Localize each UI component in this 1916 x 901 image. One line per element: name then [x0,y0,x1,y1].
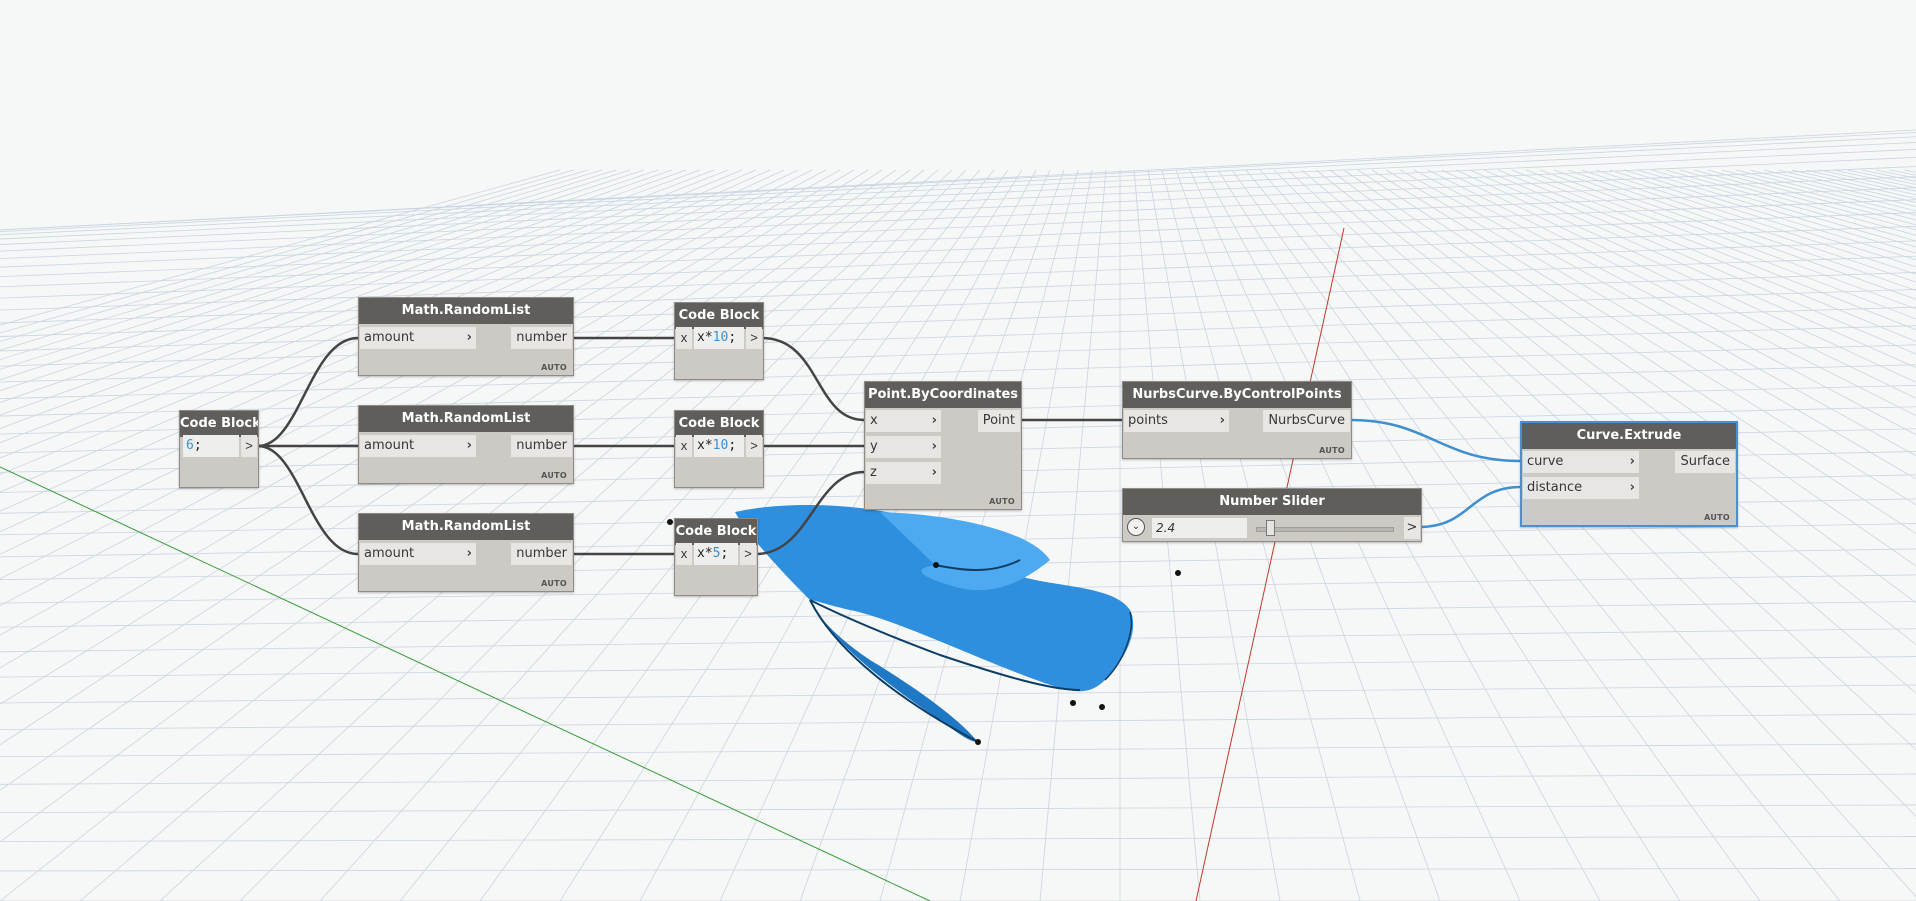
code-input[interactable]: x*5; [694,543,738,565]
output-port[interactable]: > [241,435,257,457]
run-mode-label: AUTO [541,579,567,588]
point-by-coordinates-node[interactable]: Point.ByCoordinates x › y › z › Point AUTO [864,381,1022,510]
input-port-x[interactable]: x [676,327,692,349]
node-title[interactable]: Math.RandomList [359,514,573,540]
code-input[interactable]: 6; [183,435,239,457]
input-port-amount[interactable]: amount › [360,327,476,349]
code-block-node-count[interactable]: Code Block 6; > [179,410,259,488]
slider-thumb[interactable] [1265,520,1275,536]
output-port-nurbscurve[interactable]: NurbsCurve [1263,410,1350,432]
node-title[interactable]: Curve.Extrude [1522,423,1736,449]
run-mode-label: AUTO [541,471,567,480]
random-list-node-1[interactable]: Math.RandomList amount › number AUTO [358,297,574,376]
input-port-points[interactable]: points › [1124,410,1229,432]
input-port-distance[interactable]: distance › [1523,477,1639,499]
chevron-right-icon: › [931,465,937,480]
curve-extrude-node[interactable]: Curve.Extrude curve › distance › Surface A… [1520,421,1738,527]
input-port-z[interactable]: z › [866,462,941,484]
input-port-x[interactable]: x [676,543,692,565]
node-title[interactable]: NurbsCurve.ByControlPoints [1123,382,1351,408]
output-port[interactable]: > [740,543,756,565]
run-mode-label: AUTO [541,363,567,372]
expand-chevron-icon[interactable]: ⌄ [1127,518,1145,536]
chevron-right-icon: › [1629,480,1635,495]
node-title[interactable]: Code Block [675,411,763,437]
surface-geometry [735,504,1134,743]
node-title[interactable]: Number Slider [1123,489,1421,515]
output-port-number[interactable]: number [511,543,572,565]
chevron-right-icon: › [466,438,472,453]
code-block-node-x5[interactable]: Code Block x x*5; > [674,518,758,596]
random-list-node-2[interactable]: Math.RandomList amount › number AUTO [358,405,574,484]
random-list-node-3[interactable]: Math.RandomList amount › number AUTO [358,513,574,592]
node-title[interactable]: Code Block [180,411,258,437]
output-port-surface[interactable]: Surface [1675,451,1735,473]
input-port-x[interactable]: x › [866,410,941,432]
run-mode-label: AUTO [1704,513,1730,522]
chevron-right-icon: › [466,330,472,345]
chevron-right-icon: › [931,439,937,454]
input-port-y[interactable]: y › [866,436,941,458]
run-mode-label: AUTO [989,497,1015,506]
number-slider-node[interactable]: Number Slider ⌄ 2.4 > [1122,488,1422,542]
chevron-right-icon: › [931,413,937,428]
run-mode-label: AUTO [1319,446,1345,455]
code-input[interactable]: x*10; [694,327,744,349]
code-input[interactable]: x*10; [694,435,744,457]
input-port-amount[interactable]: amount › [360,435,476,457]
input-port-x[interactable]: x [676,435,692,457]
output-port[interactable]: > [746,435,762,457]
input-port-curve[interactable]: curve › [1523,451,1639,473]
node-title[interactable]: Math.RandomList [359,406,573,432]
chevron-right-icon: › [466,546,472,561]
slider-value-field[interactable]: 2.4 [1152,518,1247,538]
output-port-point[interactable]: Point [977,410,1020,432]
output-port[interactable]: > [1404,517,1420,539]
output-port-number[interactable]: number [511,435,572,457]
node-title[interactable]: Code Block [675,303,763,329]
code-block-node-x10-b[interactable]: Code Block x x*10; > [674,410,764,488]
chevron-right-icon: › [1629,454,1635,469]
input-port-amount[interactable]: amount › [360,543,476,565]
chevron-right-icon: › [1219,413,1225,428]
node-title[interactable]: Point.ByCoordinates [865,382,1021,408]
node-title[interactable]: Code Block [675,519,757,545]
nurbs-curve-node[interactable]: NurbsCurve.ByControlPoints points › Nurbs… [1122,381,1352,459]
output-port-number[interactable]: number [511,327,572,349]
node-title[interactable]: Math.RandomList [359,298,573,324]
code-block-node-x10-a[interactable]: Code Block x x*10; > [674,302,764,380]
slider-track[interactable] [1256,527,1394,532]
output-port[interactable]: > [746,327,762,349]
